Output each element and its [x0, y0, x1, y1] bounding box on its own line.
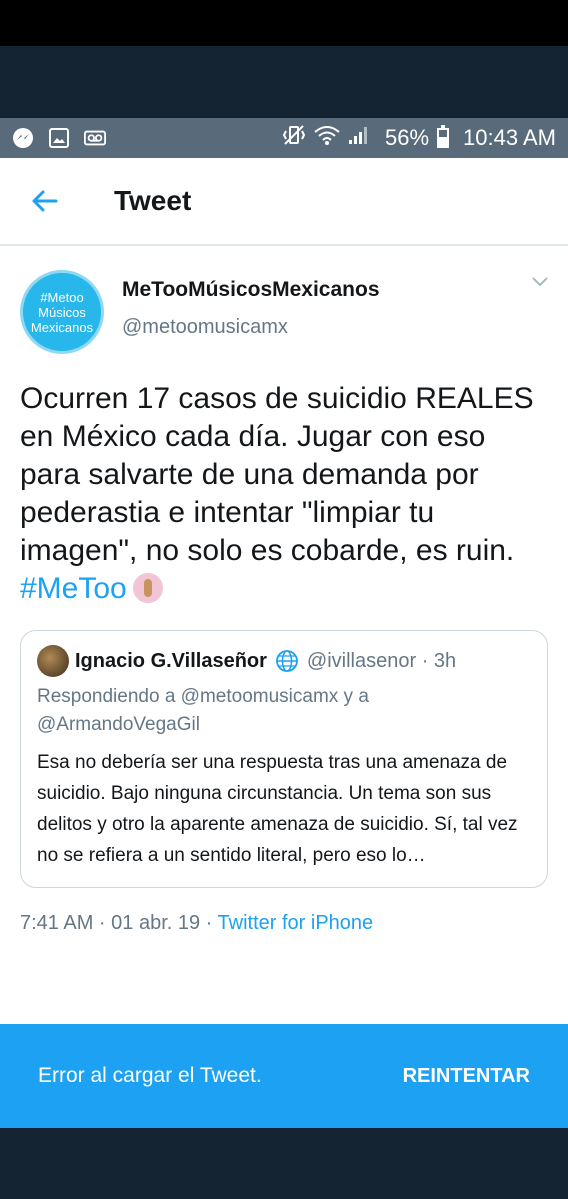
quoted-handle-time: @ivillasenor · 3h	[306, 649, 457, 672]
clock: 10:43 AM	[463, 125, 556, 150]
timestamp: 7:41 AM · 01 abr. 19 ·	[20, 912, 218, 934]
voicemail-icon	[84, 127, 106, 149]
tweet-screen: Tweet #Metoo Músicos Mexicanos MeTooMúsi…	[0, 158, 568, 1128]
quoted-tweet[interactable]: Ignacio G.Villaseñor @ivillasenor · 3h R…	[20, 630, 548, 888]
gallery-icon	[48, 127, 70, 149]
display-name[interactable]: MeTooMúsicosMexicanos	[122, 278, 380, 302]
avatar[interactable]: #Metoo Músicos Mexicanos	[20, 270, 104, 354]
signal-icon	[347, 124, 371, 152]
globe-icon	[275, 649, 299, 673]
bottom-dark-area	[0, 1128, 568, 1199]
replying-to: Respondiendo a @metoomusicamx y a @Arman…	[37, 686, 369, 735]
error-snackbar: Error al cargar el Tweet. REINTENTAR	[0, 1024, 568, 1128]
messenger-icon	[12, 127, 34, 149]
avatar-text-line: Mexicanos	[30, 319, 94, 335]
wifi-icon	[313, 124, 341, 152]
author-names[interactable]: MeTooMúsicosMexicanos @metoomusicamx	[122, 278, 380, 339]
top-bezel	[0, 0, 568, 46]
back-button[interactable]	[0, 157, 90, 245]
source-link[interactable]: Twitter for iPhone	[218, 912, 374, 934]
avatar-text-line: #Metoo	[40, 289, 84, 305]
retry-button[interactable]: REINTENTAR	[403, 1065, 530, 1088]
status-bar: 56% 10:43 AM	[0, 118, 568, 158]
chevron-down-icon	[532, 277, 548, 287]
top-dark-area	[0, 46, 568, 118]
app-bar: Tweet	[0, 158, 568, 246]
battery-percent: 56%	[385, 125, 430, 150]
tweet-text: Ocurren 17 casos de suicidio REALES en M…	[20, 380, 548, 608]
tweet: #Metoo Músicos Mexicanos MeTooMúsicosMex…	[0, 246, 568, 935]
avatar-text-line: Músicos	[38, 304, 86, 320]
avatar	[37, 645, 69, 677]
page-title: Tweet	[114, 185, 192, 216]
quoted-tweet-header: Ignacio G.Villaseñor @ivillasenor · 3h	[37, 645, 531, 677]
more-options-button[interactable]	[530, 274, 550, 293]
battery-icon	[437, 125, 450, 148]
tweet-header: #Metoo Músicos Mexicanos MeTooMúsicosMex…	[20, 270, 548, 354]
tweet-body: Ocurren 17 casos de suicidio REALES en M…	[20, 382, 534, 567]
hashtag-link[interactable]: #MeToo	[20, 572, 127, 605]
quoted-text: Esa no debería ser una respuesta tras un…	[37, 752, 518, 866]
quoted-display-name: Ignacio G.Villaseñor	[75, 649, 267, 672]
tweet-timestamp-row: 7:41 AM · 01 abr. 19 · Twitter for iPhon…	[20, 912, 548, 935]
arrow-left-icon	[32, 190, 58, 212]
snackbar-message: Error al cargar el Tweet.	[38, 1064, 262, 1087]
handle[interactable]: @metoomusicamx	[122, 316, 380, 339]
vibrate-icon	[281, 124, 307, 152]
raised-hand-emoji-icon	[132, 573, 163, 603]
